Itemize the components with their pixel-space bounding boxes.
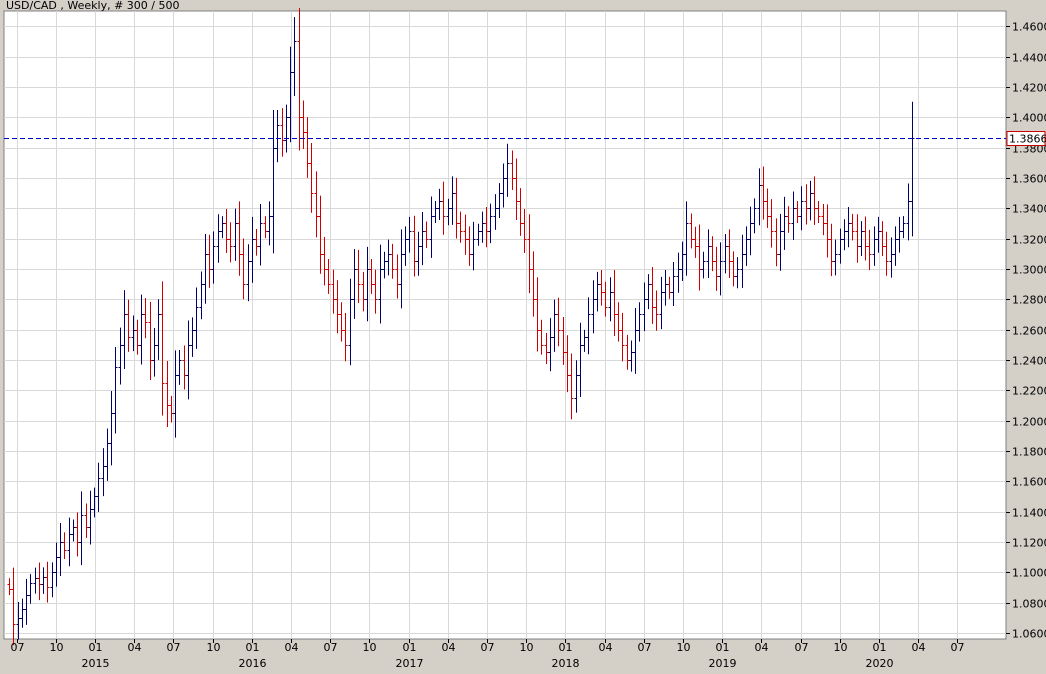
y-tick-label: 1.2000 <box>1012 416 1046 429</box>
x-tick-label: 10 <box>520 641 534 654</box>
y-tick-label: 1.1800 <box>1012 446 1046 459</box>
x-tick-label: 07 <box>795 641 809 654</box>
year-label: 2015 <box>82 657 110 670</box>
x-tick-label: 01 <box>403 641 417 654</box>
x-tick-label: 04 <box>755 641 769 654</box>
y-tick-label: 1.3600 <box>1012 173 1046 186</box>
x-tick-label: 07 <box>481 641 495 654</box>
y-tick-label: 1.2600 <box>1012 325 1046 338</box>
x-tick-label: 01 <box>559 641 573 654</box>
x-tick-label: 01 <box>873 641 887 654</box>
current-price-tag: 1.3866 <box>1006 131 1046 146</box>
x-tick-label: 10 <box>677 641 691 654</box>
x-tick-label: 01 <box>89 641 103 654</box>
price-chart[interactable]: 1.0600 1.0800 1.1000 1.1200 1.1400 1.1600 1.18… <box>0 0 1046 670</box>
year-label: 2016 <box>239 657 267 670</box>
y-tick-label: 1.3200 <box>1012 234 1046 247</box>
y-tick-label: 1.2400 <box>1012 355 1046 368</box>
y-tick-label: 1.4000 <box>1012 112 1046 125</box>
year-label: 2020 <box>866 657 894 670</box>
y-tick-label: 1.1200 <box>1012 537 1046 550</box>
x-tick-label: 07 <box>638 641 652 654</box>
y-tick-label: 1.0800 <box>1012 598 1046 611</box>
x-tick-label: 10 <box>834 641 848 654</box>
x-tick-label: 04 <box>599 641 613 654</box>
y-tick-label: 1.4200 <box>1012 82 1046 95</box>
x-tick-label: 04 <box>128 641 142 654</box>
y-tick-label: 1.3400 <box>1012 203 1046 216</box>
x-tick-label: 07 <box>11 641 25 654</box>
x-tick-label: 07 <box>951 641 965 654</box>
y-tick-label: 1.1000 <box>1012 567 1046 580</box>
x-tick-label: 10 <box>207 641 221 654</box>
chart-window: 1.0600 1.0800 1.1000 1.1200 1.1400 1.1600 1.18… <box>0 0 1046 670</box>
y-tick-label: 1.3000 <box>1012 264 1046 277</box>
x-tick-label: 04 <box>442 641 456 654</box>
y-tick-label: 1.1600 <box>1012 476 1046 489</box>
year-label: 2019 <box>709 657 737 670</box>
y-tick-label: 1.2800 <box>1012 294 1046 307</box>
y-tick-label: 1.2200 <box>1012 385 1046 398</box>
y-tick-label: 1.1400 <box>1012 507 1046 520</box>
x-tick-label: 10 <box>50 641 64 654</box>
x-tick-label: 01 <box>246 641 260 654</box>
price-tag-label: 1.3866 <box>1009 133 1046 146</box>
year-label: 2018 <box>552 657 580 670</box>
price-axis: 1.0600 1.0800 1.1000 1.1200 1.1400 1.1600 1.18… <box>1006 21 1046 641</box>
chart-title: USD/CAD , Weekly, # 300 / 500 <box>6 0 179 12</box>
y-tick-label: 1.4400 <box>1012 52 1046 65</box>
y-tick-label: 1.4600 <box>1012 21 1046 34</box>
x-tick-label: 01 <box>716 641 730 654</box>
x-tick-label: 07 <box>324 641 338 654</box>
x-tick-label: 04 <box>912 641 926 654</box>
x-tick-label: 10 <box>363 641 377 654</box>
x-tick-label: 04 <box>285 641 299 654</box>
plot-area[interactable] <box>3 10 1007 640</box>
y-tick-label: 1.0600 <box>1012 628 1046 641</box>
x-tick-label: 07 <box>167 641 181 654</box>
year-label: 2017 <box>396 657 424 670</box>
